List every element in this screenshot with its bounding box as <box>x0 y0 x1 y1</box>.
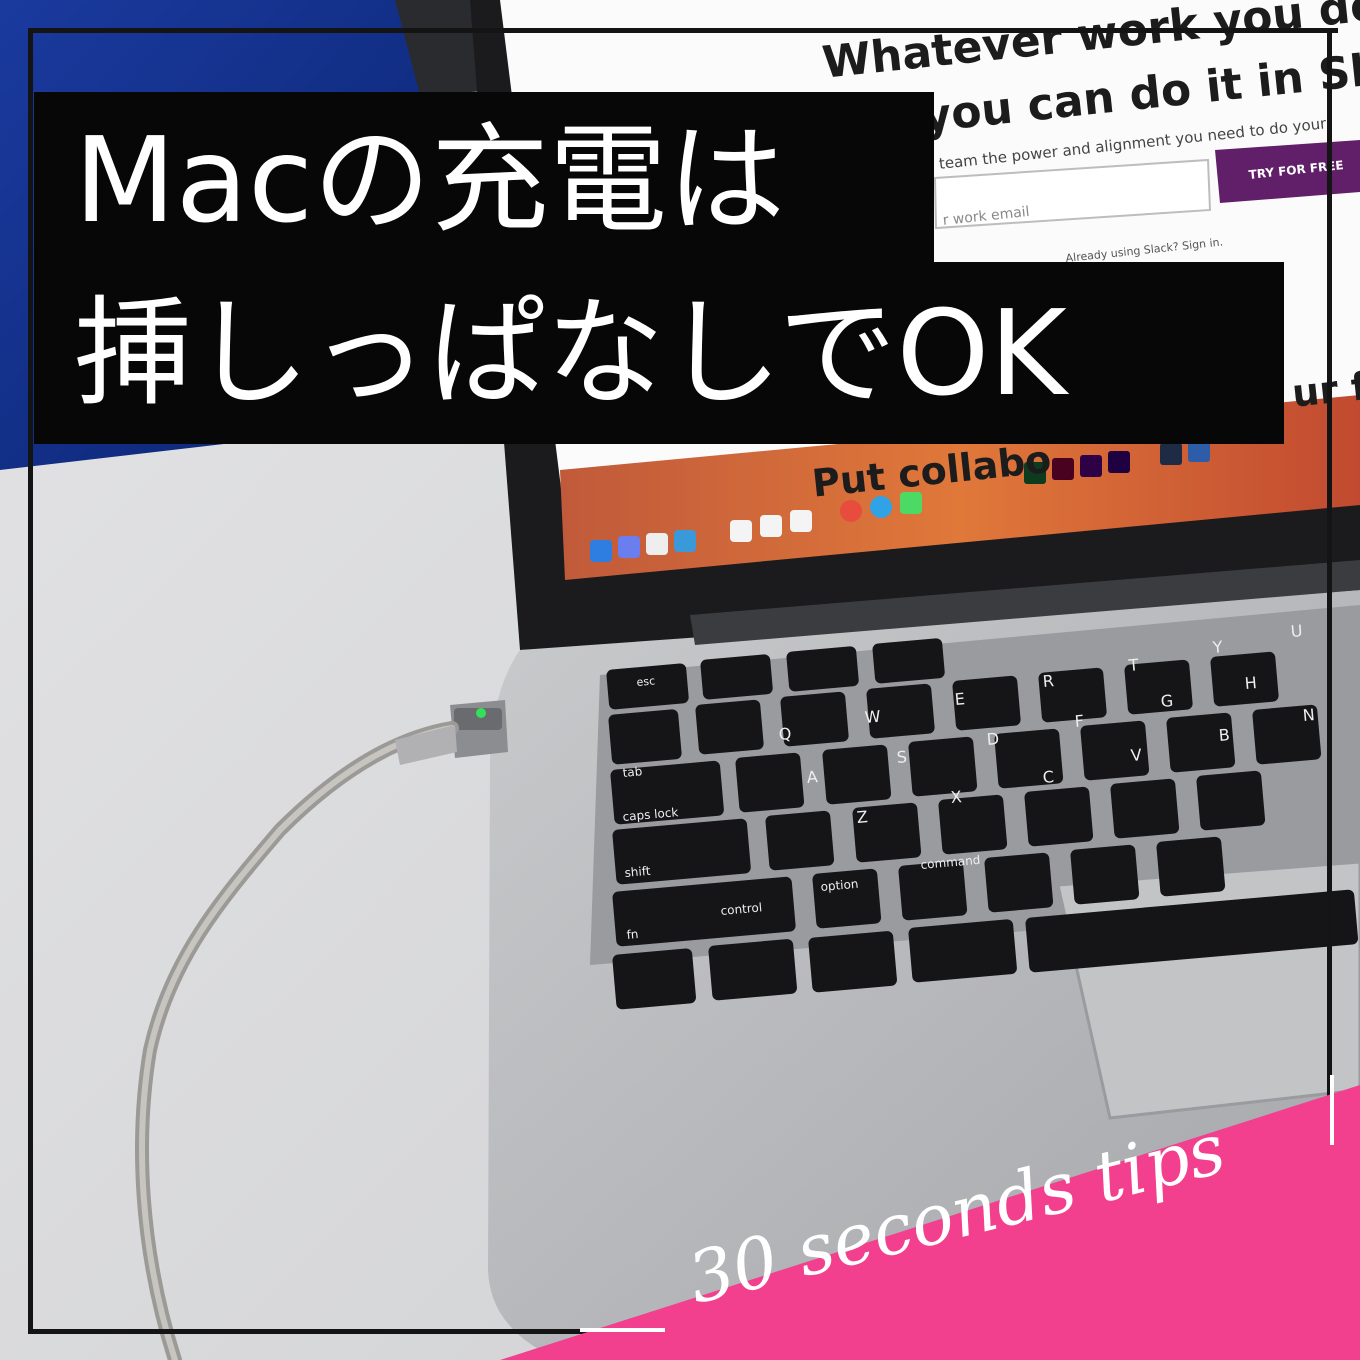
key-e: E <box>954 689 966 709</box>
frame-right-accent <box>1330 1075 1334 1145</box>
key-q: Q <box>778 723 793 744</box>
key-tab: tab <box>622 764 643 780</box>
key-esc: esc <box>636 674 656 689</box>
key-fn: fn <box>626 926 640 942</box>
key-y: Y <box>1212 637 1224 657</box>
frame-right <box>1327 28 1332 1140</box>
key-z: Z <box>856 807 869 827</box>
frame-bottom <box>28 1329 668 1334</box>
title-line-2: 挿しっぱなしでOK <box>34 262 1284 444</box>
key-n: N <box>1302 704 1316 725</box>
frame-bottom-accent <box>580 1328 665 1332</box>
title-line-1: Macの充電は <box>34 92 934 268</box>
key-r: R <box>1042 671 1055 691</box>
frame-left <box>28 28 33 1334</box>
key-h: H <box>1244 672 1258 693</box>
key-d: D <box>986 728 1000 749</box>
key-x: X <box>950 787 963 807</box>
key-shift: shift <box>624 863 652 880</box>
key-w: W <box>864 706 882 727</box>
key-f: F <box>1074 711 1085 731</box>
key-a: A <box>806 767 819 787</box>
frame-top <box>28 28 1338 33</box>
charging-led <box>476 708 486 718</box>
key-t: T <box>1128 655 1140 675</box>
key-u: U <box>1290 620 1304 641</box>
key-s: S <box>896 747 908 767</box>
key-v: V <box>1130 745 1143 765</box>
key-b: B <box>1218 725 1231 745</box>
key-g: G <box>1160 690 1175 711</box>
key-c: C <box>1042 767 1055 787</box>
